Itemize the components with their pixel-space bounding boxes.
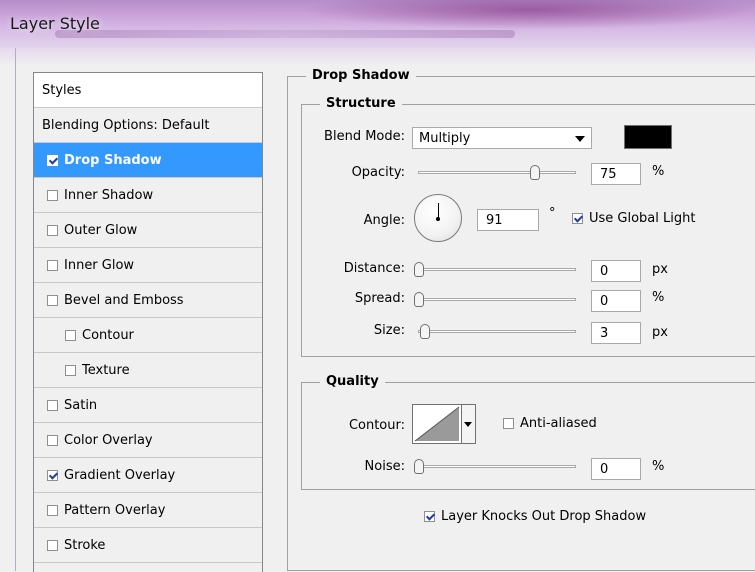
- style-item-pattern-overlay[interactable]: Pattern Overlay: [34, 493, 262, 528]
- styles-header[interactable]: Styles: [34, 73, 262, 108]
- style-item-drop-shadow[interactable]: Drop Shadow: [34, 143, 262, 178]
- title-bar-glow: [300, 0, 755, 30]
- size-label: Size:: [373, 323, 405, 338]
- use-global-light-check[interactable]: [572, 213, 583, 224]
- style-item-inner-shadow[interactable]: Inner Shadow: [34, 178, 262, 213]
- noise-slider-thumb[interactable]: [414, 459, 424, 474]
- size-unit: px: [652, 325, 668, 340]
- style-item-label: Gradient Overlay: [64, 467, 176, 483]
- style-item-checkbox[interactable]: [47, 294, 58, 306]
- style-item-inner-glow[interactable]: Inner Glow: [34, 248, 262, 283]
- drop-shadow-title: Drop Shadow: [306, 68, 416, 83]
- blend-mode-value: Multiply: [419, 131, 471, 146]
- style-item-gradient-overlay[interactable]: Gradient Overlay: [34, 458, 262, 493]
- distance-label: Distance:: [343, 261, 405, 276]
- distance-unit: px: [652, 262, 668, 277]
- angle-label: Angle:: [363, 213, 405, 228]
- style-item-label: Texture: [82, 362, 130, 378]
- style-item-stroke[interactable]: Stroke: [34, 528, 262, 563]
- style-item-label: Pattern Overlay: [64, 502, 166, 518]
- anti-aliased-check[interactable]: [503, 418, 514, 429]
- style-item-color-overlay[interactable]: Color Overlay: [34, 423, 262, 458]
- blend-mode-label: Blend Mode:: [324, 129, 405, 144]
- style-item-checkbox[interactable]: [47, 434, 58, 446]
- layer-knocks-out-check[interactable]: [424, 511, 435, 522]
- angle-input[interactable]: 91: [477, 209, 539, 231]
- noise-input[interactable]: 0: [591, 458, 641, 480]
- style-item-label: Outer Glow: [64, 222, 138, 238]
- opacity-input[interactable]: 75: [591, 163, 641, 185]
- style-item-label: Stroke: [64, 537, 106, 553]
- size-input[interactable]: 3: [591, 322, 641, 344]
- angle-dial-center: [436, 217, 440, 221]
- anti-aliased-checkbox[interactable]: Anti-aliased: [503, 416, 597, 431]
- title-bar-blur: [55, 30, 515, 38]
- style-item-label: Blending Options: Default: [42, 117, 210, 133]
- style-item-blending-options-default[interactable]: Blending Options: Default: [34, 108, 262, 143]
- distance-slider-track[interactable]: [418, 268, 576, 271]
- style-item-label: Inner Shadow: [64, 187, 154, 203]
- spread-unit: %: [652, 290, 665, 305]
- contour-dropdown-button[interactable]: [462, 404, 476, 444]
- window-title-bar[interactable]: Layer Style: [0, 0, 755, 48]
- style-item-checkbox[interactable]: [47, 469, 58, 481]
- style-item-label: Inner Glow: [64, 257, 135, 273]
- styles-list: Styles Blending Options: Default Drop Sha…: [33, 72, 263, 572]
- spread-slider-track[interactable]: [418, 298, 576, 301]
- distance-input[interactable]: 0: [591, 260, 641, 282]
- size-slider-track[interactable]: [418, 330, 576, 333]
- style-item-label: Satin: [64, 397, 98, 413]
- opacity-slider-thumb[interactable]: [530, 165, 540, 180]
- opacity-slider-track[interactable]: [418, 171, 576, 174]
- style-item-checkbox[interactable]: [47, 259, 58, 271]
- anti-aliased-label: Anti-aliased: [520, 416, 597, 431]
- style-item-bevel-and-emboss[interactable]: Bevel and Emboss: [34, 283, 262, 318]
- style-item-checkbox[interactable]: [47, 539, 58, 551]
- style-item-contour[interactable]: Contour: [34, 318, 262, 353]
- spread-input[interactable]: 0: [591, 290, 641, 312]
- opacity-unit: %: [652, 164, 665, 179]
- layer-knocks-out-checkbox[interactable]: Layer Knocks Out Drop Shadow: [424, 509, 646, 524]
- use-global-light-label: Use Global Light: [589, 211, 696, 226]
- contour-preview[interactable]: [412, 404, 462, 444]
- chevron-down-icon: [575, 136, 585, 142]
- style-item-checkbox[interactable]: [47, 504, 58, 516]
- style-item-satin[interactable]: Satin: [34, 388, 262, 423]
- quality-title: Quality: [320, 374, 385, 389]
- spread-slider-thumb[interactable]: [414, 292, 424, 307]
- style-item-label: Contour: [82, 327, 134, 343]
- style-item-outer-glow[interactable]: Outer Glow: [34, 213, 262, 248]
- style-item-label: Drop Shadow: [64, 152, 162, 168]
- spread-label: Spread:: [354, 291, 405, 306]
- window-title: Layer Style: [10, 14, 100, 33]
- style-item-texture[interactable]: Texture: [34, 353, 262, 388]
- angle-unit: °: [549, 206, 556, 221]
- shadow-color-swatch[interactable]: [624, 125, 672, 149]
- size-slider-thumb[interactable]: [420, 324, 430, 339]
- style-item-checkbox[interactable]: [47, 154, 58, 166]
- style-item-checkbox[interactable]: [47, 224, 58, 236]
- structure-title: Structure: [320, 96, 402, 111]
- opacity-label: Opacity:: [351, 165, 405, 180]
- noise-unit: %: [652, 459, 665, 474]
- distance-slider-thumb[interactable]: [414, 262, 424, 277]
- styles-header-label: Styles: [42, 82, 82, 98]
- style-item-checkbox[interactable]: [65, 329, 76, 341]
- layer-knocks-out-label: Layer Knocks Out Drop Shadow: [441, 509, 647, 524]
- style-item-checkbox[interactable]: [47, 189, 58, 201]
- noise-slider-track[interactable]: [418, 465, 576, 468]
- style-item-checkbox[interactable]: [65, 364, 76, 376]
- noise-label: Noise:: [364, 459, 405, 474]
- dialog-frame-edge: [15, 48, 16, 571]
- style-item-checkbox[interactable]: [47, 399, 58, 411]
- contour-label: Contour:: [348, 418, 405, 433]
- angle-dial[interactable]: [414, 194, 462, 242]
- style-item-label: Color Overlay: [64, 432, 153, 448]
- contour-curve-icon: [414, 406, 460, 442]
- use-global-light-checkbox[interactable]: Use Global Light: [572, 211, 695, 226]
- style-item-label: Bevel and Emboss: [64, 292, 184, 308]
- blend-mode-select[interactable]: Multiply: [412, 127, 592, 149]
